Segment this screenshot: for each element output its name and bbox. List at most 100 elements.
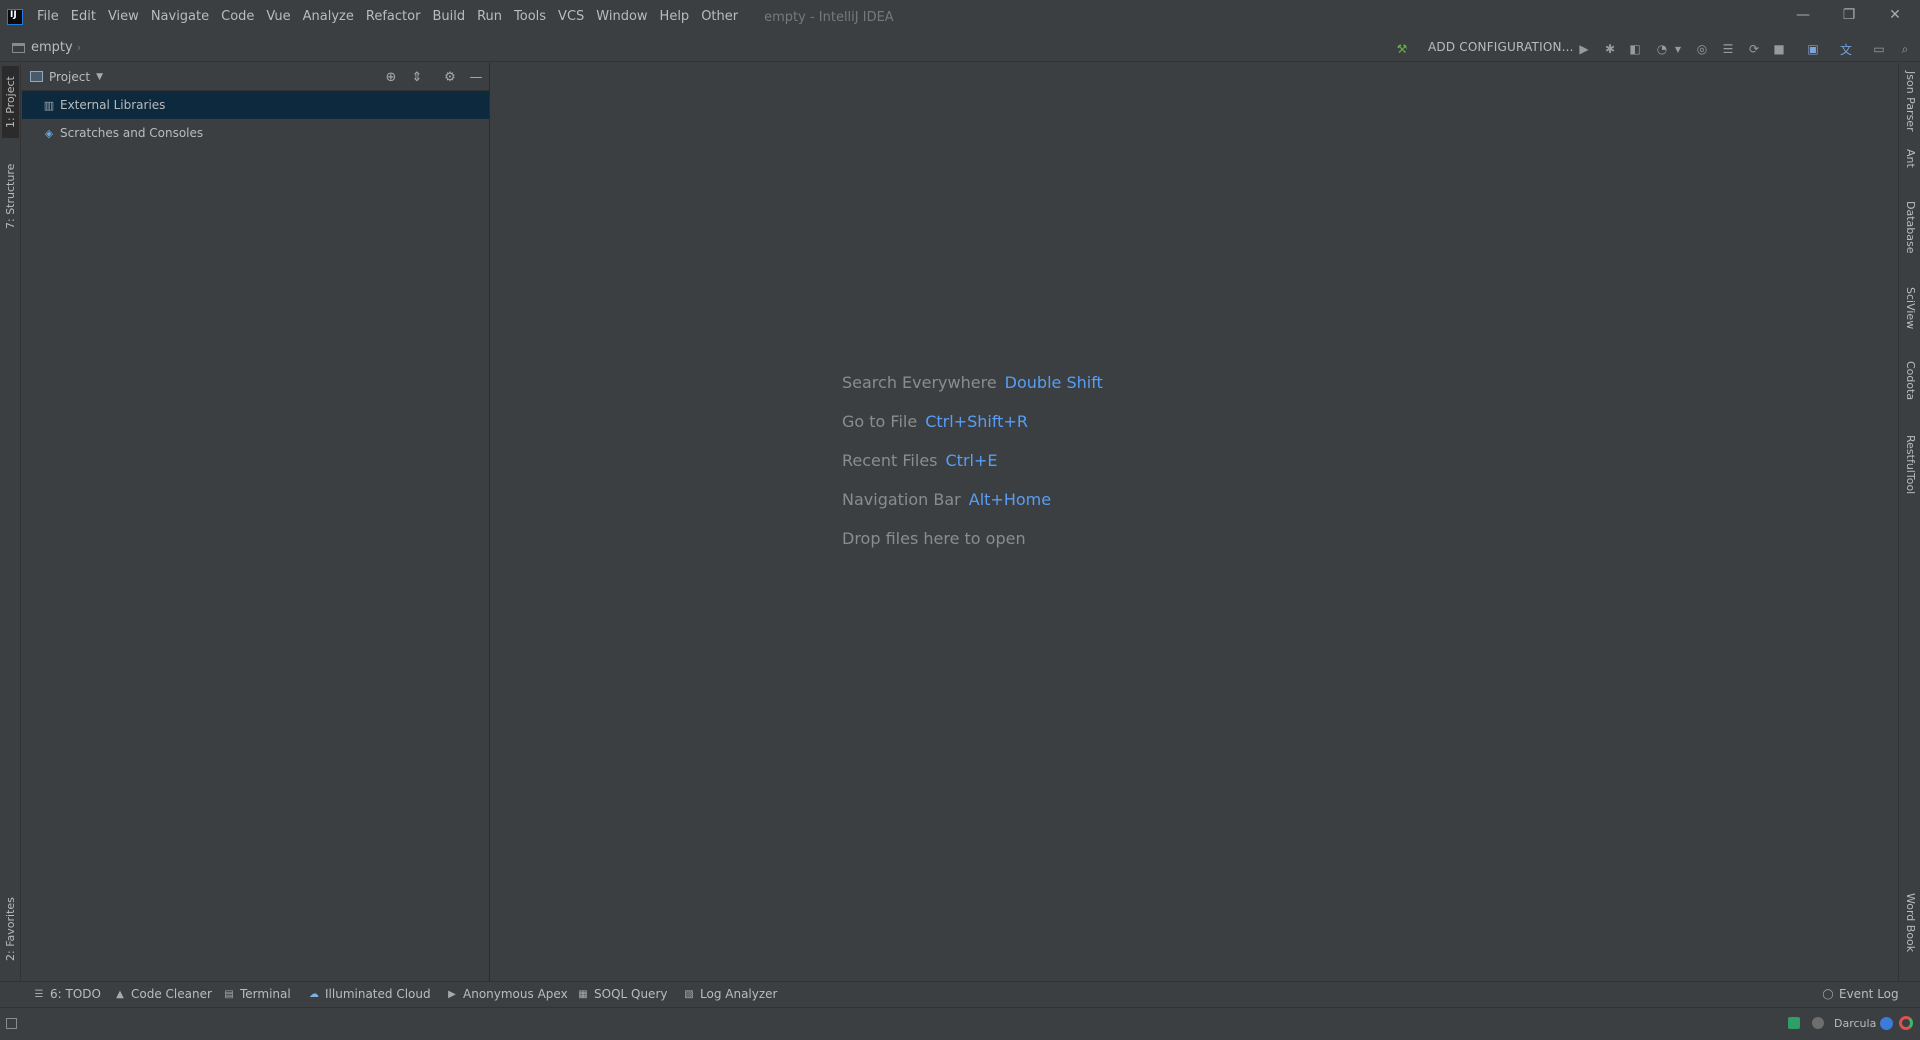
hide-panel-icon[interactable]: — [468, 69, 484, 85]
chevron-down-icon[interactable]: ▼ [96, 72, 103, 82]
hint-label: Drop files here to open [842, 529, 1026, 548]
tab-json-parser[interactable]: Json Parser [1902, 71, 1919, 141]
run-icon[interactable]: ▶ [1576, 41, 1592, 57]
todo-icon: ☰ [34, 988, 44, 1000]
tab-label: Terminal [240, 987, 291, 1001]
project-panel: Project ▼ ⊕ ⇕ ⚙ — ▥ External Libraries ◈… [22, 63, 490, 981]
toggle-tool-windows-icon[interactable] [6, 1018, 17, 1029]
title-bar: File Edit View Navigate Code Vue Analyze… [0, 0, 1920, 34]
menu-navigate[interactable]: Navigate [145, 0, 215, 34]
tab-database[interactable]: Database [1902, 201, 1919, 271]
cleaner-icon: ▲ [116, 988, 124, 1000]
hint-label: Search Everywhere [842, 373, 997, 392]
tab-sciview[interactable]: SciView [1902, 287, 1919, 343]
menu-other[interactable]: Other [695, 0, 744, 34]
menu-run[interactable]: Run [471, 0, 508, 34]
tab-todo[interactable]: ☰ 6: TODO [33, 987, 101, 1001]
tab-terminal[interactable]: ▤ Terminal [223, 987, 291, 1001]
hint-drop-files: Drop files here to open [842, 529, 1026, 548]
editor-area[interactable]: Search Everywhere Double Shift Go to File… [491, 63, 1897, 981]
tab-project[interactable]: 1: Project [2, 66, 19, 138]
stop-icon[interactable]: ■ [1771, 41, 1787, 57]
step-icon[interactable]: ☰ [1720, 41, 1736, 57]
collapse-all-icon[interactable]: ⇕ [409, 69, 425, 85]
google-translate-icon[interactable] [1899, 1016, 1913, 1030]
right-tool-stripe: Json Parser Ant Database SciView Codota … [1898, 63, 1920, 981]
project-structure-icon[interactable]: ▣ [1805, 41, 1821, 57]
hint-shortcut: Ctrl+E [945, 451, 998, 470]
project-view-icon [30, 71, 43, 82]
tab-favorites[interactable]: 2: Favorites [2, 883, 19, 975]
event-log-icon: ◯ [1822, 988, 1834, 1000]
tree-item-label: External Libraries [60, 98, 166, 112]
tab-label: SOQL Query [594, 987, 668, 1001]
add-configuration-button[interactable]: ADD CONFIGURATION... [1428, 40, 1574, 54]
plugin-status-icon[interactable] [1788, 1017, 1800, 1029]
hint-recent-files: Recent Files Ctrl+E [842, 451, 997, 470]
chevron-right-icon: › [76, 41, 82, 54]
debug-icon[interactable]: ✱ [1602, 41, 1618, 57]
menu-window[interactable]: Window [590, 0, 653, 34]
hint-label: Recent Files [842, 451, 938, 470]
tree-item-scratches[interactable]: ◈ Scratches and Consoles [22, 119, 489, 147]
tab-anonymous-apex[interactable]: ▶ Anonymous Apex [446, 987, 568, 1001]
coverage-icon[interactable]: ◧ [1627, 41, 1643, 57]
folder-icon [12, 42, 25, 53]
library-icon: ▥ [43, 98, 55, 112]
window-title: empty - IntelliJ IDEA [764, 9, 894, 25]
locate-icon[interactable]: ⊕ [383, 69, 399, 85]
presentation-icon[interactable]: ▭ [1871, 41, 1887, 57]
menu-vue[interactable]: Vue [260, 0, 296, 34]
update-status-icon[interactable] [1880, 1017, 1893, 1030]
menu-code[interactable]: Code [215, 0, 260, 34]
menu-refactor[interactable]: Refactor [360, 0, 427, 34]
tab-structure[interactable]: 7: Structure [2, 155, 19, 237]
tab-word-book[interactable]: Word Book [1902, 893, 1919, 973]
gear-icon[interactable]: ⚙ [442, 69, 458, 85]
tab-event-log[interactable]: ◯ Event Log [1822, 987, 1898, 1001]
menu-tools[interactable]: Tools [508, 0, 552, 34]
tab-label: 6: TODO [50, 987, 101, 1001]
menu-vcs[interactable]: VCS [552, 0, 590, 34]
attach-debugger-icon[interactable]: ◎ [1694, 41, 1710, 57]
build-hammer-icon[interactable]: ⚒ [1394, 41, 1410, 57]
update-icon[interactable]: ⟳ [1746, 41, 1762, 57]
breadcrumb-project[interactable]: empty [31, 40, 73, 55]
hint-shortcut: Ctrl+Shift+R [925, 412, 1028, 431]
inspection-status-icon[interactable] [1812, 1017, 1824, 1029]
chevron-down-icon[interactable]: ▼ [1670, 41, 1686, 57]
menu-build[interactable]: Build [426, 0, 471, 34]
menu-help[interactable]: Help [654, 0, 696, 34]
tree-item-external-libraries[interactable]: ▥ External Libraries [22, 91, 489, 119]
tab-restfultool[interactable]: RestfulTool [1902, 435, 1919, 515]
tab-ant[interactable]: Ant [1902, 149, 1919, 185]
tab-log-analyzer[interactable]: ▧ Log Analyzer [683, 987, 777, 1001]
restore-button[interactable]: ❐ [1826, 0, 1872, 30]
intellij-logo-icon [7, 9, 23, 25]
theme-indicator[interactable]: Darcula [1834, 1017, 1876, 1030]
close-button[interactable]: ✕ [1872, 0, 1918, 30]
translate-icon[interactable]: 文 [1838, 41, 1854, 57]
bottom-tool-bar: ☰ 6: TODO ▲ Code Cleaner ▤ Terminal ☁ Il… [0, 981, 1920, 1007]
hint-label: Navigation Bar [842, 490, 961, 509]
tab-code-cleaner[interactable]: ▲ Code Cleaner [114, 987, 212, 1001]
menu-analyze[interactable]: Analyze [297, 0, 360, 34]
minimize-button[interactable]: — [1780, 0, 1826, 30]
hint-shortcut: Alt+Home [968, 490, 1052, 509]
tree-item-label: Scratches and Consoles [60, 126, 204, 140]
profile-icon[interactable]: ◔ [1654, 41, 1670, 57]
project-view-selector[interactable]: Project [49, 70, 90, 84]
log-icon: ▧ [684, 988, 694, 1000]
left-tool-stripe: 1: Project 7: Structure 2: Favorites [0, 63, 21, 981]
hint-go-to-file: Go to File Ctrl+Shift+R [842, 412, 1028, 431]
tab-soql-query[interactable]: ▦ SOQL Query [577, 987, 667, 1001]
menu-view[interactable]: View [102, 0, 145, 34]
tab-codota[interactable]: Codota [1902, 361, 1919, 417]
tab-illuminated-cloud[interactable]: ☁ Illuminated Cloud [308, 987, 431, 1001]
search-icon[interactable]: ⌕ [1897, 41, 1913, 57]
apex-icon: ▶ [448, 988, 456, 1000]
menu-file[interactable]: File [31, 0, 65, 34]
status-bar: Darcula [0, 1007, 1920, 1040]
menu-edit[interactable]: Edit [65, 0, 102, 34]
project-panel-header: Project ▼ ⊕ ⇕ ⚙ — [22, 63, 489, 91]
